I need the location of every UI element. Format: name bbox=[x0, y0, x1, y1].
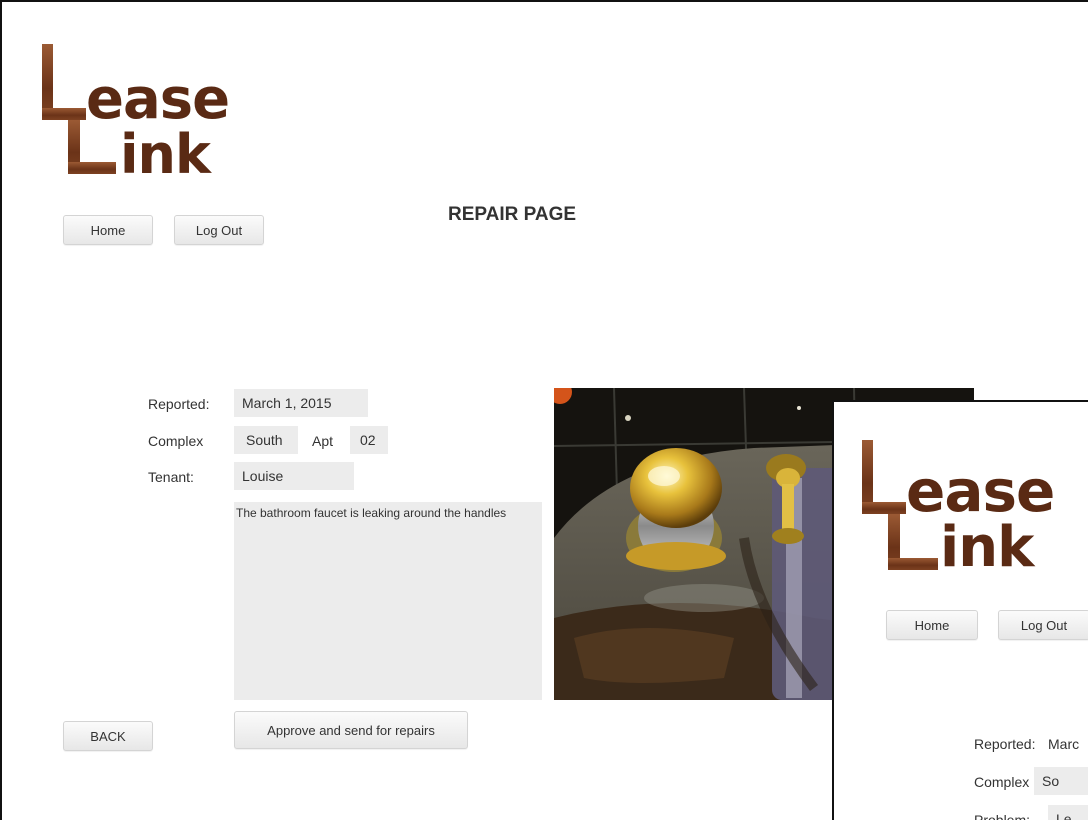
overlay-reported-value: Marc bbox=[1048, 736, 1080, 752]
overlay-logo-word-ink: ink bbox=[940, 515, 1034, 580]
overlay-leaselink-logo: ease ink bbox=[862, 440, 1082, 580]
tenant-field: Louise bbox=[234, 462, 354, 490]
logo-word-ink: ink bbox=[120, 123, 211, 186]
repair-page-window: ease ink Home Log Out REPAIR PAGE Report… bbox=[0, 0, 1088, 820]
overlay-logo-word-ease: ease bbox=[906, 457, 1055, 525]
reported-date-field: March 1, 2015 bbox=[234, 389, 368, 417]
overlay-logout-button[interactable]: Log Out bbox=[998, 610, 1088, 640]
logout-button[interactable]: Log Out bbox=[174, 215, 264, 245]
overlay-complex-label: Complex bbox=[974, 774, 1030, 790]
overlay-screenshot: ease ink Home Log Out Reported: Marc Com… bbox=[832, 400, 1088, 820]
overlay-problem-field: Le bbox=[1048, 805, 1088, 820]
tenant-label: Tenant: bbox=[148, 469, 194, 485]
home-button[interactable]: Home bbox=[63, 215, 153, 245]
leaselink-logo: ease ink bbox=[42, 44, 272, 184]
reported-label: Reported: bbox=[148, 396, 210, 412]
apt-label: Apt bbox=[312, 433, 334, 449]
complex-label: Complex bbox=[148, 433, 204, 449]
overlay-reported-label: Reported: bbox=[974, 736, 1036, 752]
complex-field: South bbox=[234, 426, 298, 454]
problem-description: The bathroom faucet is leaking around th… bbox=[234, 502, 542, 700]
page-title: REPAIR PAGE bbox=[448, 204, 577, 225]
overlay-problem-label: Problem: bbox=[974, 812, 1031, 820]
overlay-complex-field: So bbox=[1034, 767, 1088, 795]
apt-field: 02 bbox=[350, 426, 388, 454]
approve-send-repairs-button[interactable]: Approve and send for repairs bbox=[234, 711, 468, 749]
logo-word-ease: ease bbox=[86, 67, 230, 132]
overlay-home-button[interactable]: Home bbox=[886, 610, 978, 640]
back-button[interactable]: BACK bbox=[63, 721, 153, 751]
